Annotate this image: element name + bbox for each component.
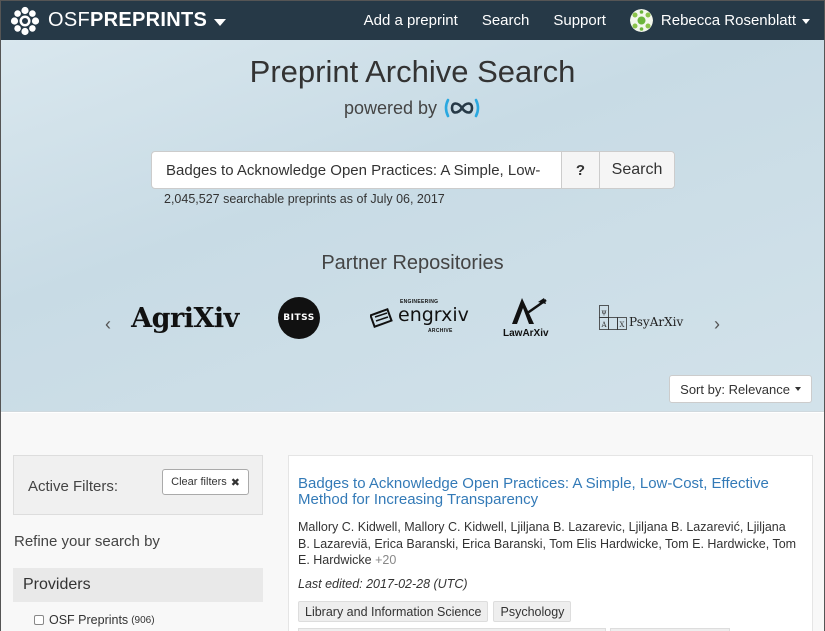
providers-label: Providers bbox=[23, 576, 91, 593]
caret-down-icon bbox=[214, 18, 227, 26]
share-logo-icon[interactable] bbox=[443, 97, 481, 119]
lawarxiv-label: LawArXiv bbox=[503, 328, 549, 339]
partner-lawarxiv[interactable]: LawArXiv bbox=[501, 296, 555, 342]
powered-by-label: powered by bbox=[343, 97, 438, 118]
active-filters-label: Active Filters: bbox=[28, 478, 119, 495]
partner-psyarxiv[interactable]: ψ A X PsyArXiv bbox=[599, 305, 687, 333]
brand-name: OSFPREPRINTS bbox=[48, 9, 207, 32]
result-title-link[interactable]: Badges to Acknowledge Open Practices: A … bbox=[298, 476, 798, 508]
carousel-prev-icon[interactable]: ‹ bbox=[98, 314, 118, 335]
lawarxiv-logo-icon bbox=[512, 298, 547, 324]
provider-checkbox[interactable] bbox=[34, 615, 44, 625]
sort-label: Sort by: Relevance bbox=[680, 381, 790, 397]
bitss-label: BITSS bbox=[283, 313, 315, 323]
svg-text:ψ: ψ bbox=[601, 308, 607, 316]
search-result: Badges to Acknowledge Open Practices: A … bbox=[288, 455, 813, 631]
results-area: Active Filters: Clear filters ✖ Refine y… bbox=[1, 413, 824, 631]
last-edited: Last edited: 2017-02-28 (UTC) bbox=[298, 577, 468, 591]
avatar bbox=[629, 9, 653, 32]
subject-tags: Library and Information Science Psycholo… bbox=[298, 601, 576, 622]
brand-osf: OSF bbox=[48, 9, 91, 31]
providers-header[interactable]: Providers bbox=[13, 568, 263, 602]
partners-heading: Partner Repositories bbox=[321, 252, 504, 274]
sort-dropdown[interactable]: Sort by: Relevance bbox=[669, 375, 812, 403]
refine-heading: Refine your search by bbox=[14, 533, 160, 550]
search-button[interactable]: Search bbox=[599, 152, 674, 188]
caret-down-icon bbox=[795, 387, 801, 391]
psyarxiv-label: PsyArXiv bbox=[629, 315, 684, 329]
osf-logo-icon bbox=[10, 6, 40, 35]
more-authors[interactable]: +20 bbox=[375, 553, 396, 567]
subject-tag[interactable]: Psychology bbox=[493, 601, 572, 622]
active-filters-panel: Active Filters: Clear filters ✖ bbox=[13, 455, 263, 515]
author-list: Mallory C. Kidwell, Mallory C. Kidwell, … bbox=[298, 520, 797, 567]
user-menu[interactable]: Rebecca Rosenblatt bbox=[629, 9, 810, 32]
engrxiv-logo-icon bbox=[370, 308, 393, 328]
page-title: Preprint Archive Search bbox=[249, 54, 576, 89]
partner-engrxiv[interactable]: ENGINEERING engrxiv ARCHIVE bbox=[370, 299, 469, 335]
agrixiv-logo: AgriXiv bbox=[131, 302, 239, 334]
nav-search[interactable]: Search bbox=[482, 12, 530, 29]
provider-item-osf: OSF Preprints (906) bbox=[34, 613, 155, 627]
provider-count: (906) bbox=[131, 614, 155, 626]
nav-links: Add a preprint Search Support Rebecca Ro… bbox=[364, 1, 824, 40]
carousel-next-icon[interactable]: › bbox=[707, 314, 727, 335]
partner-agrixiv[interactable]: AgriXiv bbox=[131, 298, 239, 338]
caret-down-icon bbox=[802, 19, 810, 24]
svg-text:X: X bbox=[620, 321, 625, 329]
brand-menu[interactable]: OSFPREPRINTS bbox=[10, 6, 227, 36]
search-hero: Preprint Archive Search powered by ? Sea… bbox=[1, 40, 824, 412]
clear-filters-button[interactable]: Clear filters ✖ bbox=[162, 469, 249, 495]
search-input[interactable] bbox=[152, 152, 561, 188]
engrxiv-wordmark: engrxiv bbox=[398, 304, 469, 326]
nav-support[interactable]: Support bbox=[553, 12, 606, 29]
brand-preprints: PREPRINTS bbox=[90, 9, 208, 31]
close-icon: ✖ bbox=[230, 476, 240, 489]
powered-by: powered by bbox=[1, 97, 824, 119]
search-help-button[interactable]: ? bbox=[561, 152, 599, 188]
engrxiv-bottom-label: ARCHIVE bbox=[428, 328, 453, 334]
searchable-count: 2,045,527 searchable preprints as of Jul… bbox=[164, 192, 445, 206]
nav-add-preprint[interactable]: Add a preprint bbox=[364, 12, 458, 29]
psyarxiv-logo-icon: ψ A X bbox=[599, 305, 627, 330]
search-bar: ? Search bbox=[151, 151, 675, 189]
provider-name[interactable]: OSF Preprints bbox=[49, 613, 128, 627]
svg-text:A: A bbox=[600, 321, 607, 329]
clear-filters-label: Clear filters bbox=[171, 476, 227, 488]
result-authors: Mallory C. Kidwell, Mallory C. Kidwell, … bbox=[298, 519, 798, 569]
subject-tag[interactable]: Library and Information Science bbox=[298, 601, 489, 622]
user-name: Rebecca Rosenblatt bbox=[660, 12, 796, 29]
partner-bitss[interactable]: BITSS bbox=[277, 296, 321, 340]
top-navbar: OSFPREPRINTS Add a preprint Search Suppo… bbox=[1, 1, 824, 40]
